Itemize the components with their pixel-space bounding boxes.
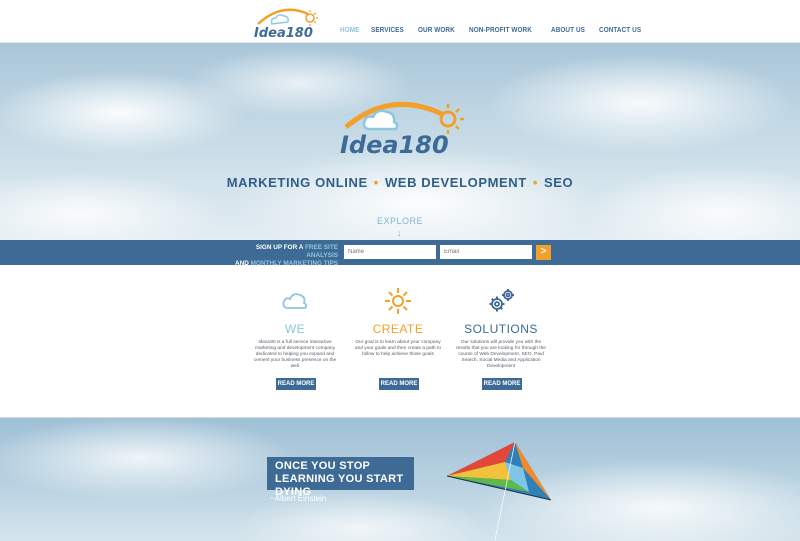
feature-text: Our solutions will provide you with the …	[456, 340, 546, 369]
hero-logo: Idea180	[340, 102, 464, 155]
separator-dot: •	[373, 175, 379, 190]
feature-title: CREATE	[372, 322, 424, 336]
nav-contact-us[interactable]: CONTACT US	[599, 25, 641, 34]
nav-services[interactable]: SERVICES	[371, 25, 404, 34]
sun-icon	[305, 10, 318, 26]
quote-author: ~Albert Einstein	[270, 494, 327, 503]
nav-non-profit-work[interactable]: NON-PROFIT WORK	[469, 25, 532, 34]
site-header: Idea180 HOME SERVICES OUR WORK NON-PROFI…	[0, 0, 800, 43]
tagline-item-seo: SEO	[544, 175, 574, 190]
separator-dot: •	[532, 175, 538, 190]
logo[interactable]: Idea180	[252, 4, 322, 40]
feature-text: Our goal is to learn about your company …	[354, 340, 442, 357]
cloud-icon	[270, 14, 289, 25]
cloud-icon	[282, 293, 308, 309]
quote-section: ONCE YOU STOP LEARNING YOU START DYING ~…	[0, 417, 800, 541]
signup-bar: SIGN UP FOR A FREE SITE ANALYSIS AND MON…	[0, 240, 800, 267]
tagline-item-web-development: WEB DEVELOPMENT	[384, 175, 527, 190]
signup-line1-prefix: SIGN UP FOR A	[255, 244, 305, 251]
gears-icon	[489, 289, 514, 312]
tagline: MARKETING ONLINE • WEB DEVELOPMENT • SEO	[0, 175, 800, 190]
sun-icon	[439, 104, 464, 134]
tagline-item-marketing: MARKETING ONLINE	[226, 175, 368, 190]
hero-section: Idea180 MARKETING ONLINE • WEB DEVELOPMENT…	[0, 43, 800, 240]
submit-button[interactable]: >	[536, 245, 551, 260]
read-more-button[interactable]: READ MORE	[379, 378, 419, 390]
arrow-down-icon[interactable]: ↓	[397, 228, 402, 238]
signup-line1-highlight: FREE SITE ANALYSIS	[304, 244, 338, 259]
sun-icon	[385, 288, 411, 314]
main-nav: HOME SERVICES OUR WORK NON-PROFIT WORK A…	[340, 25, 656, 34]
nav-our-work[interactable]: OUR WORK	[418, 25, 455, 34]
logo-text: Idea180	[254, 26, 313, 40]
hero-logo-text: Idea180	[340, 131, 449, 155]
read-more-button[interactable]: READ MORE	[482, 378, 522, 390]
name-input[interactable]	[344, 245, 436, 259]
email-input[interactable]	[440, 245, 532, 259]
nav-about-us[interactable]: ABOUT US	[551, 25, 585, 34]
feature-text: Idea180 is a full service interactive ma…	[253, 340, 337, 369]
feature-title: WE	[284, 322, 306, 336]
quote-box: ONCE YOU STOP LEARNING YOU START DYING	[267, 457, 414, 498]
explore-link[interactable]: EXPLORE	[0, 216, 800, 226]
nav-home[interactable]: HOME	[340, 25, 359, 34]
features-section: WE Idea180 is a full service interactive…	[0, 265, 800, 417]
kite-image	[446, 441, 552, 541]
feature-title: SOLUTIONS	[464, 322, 538, 336]
read-more-button[interactable]: READ MORE	[276, 378, 316, 390]
